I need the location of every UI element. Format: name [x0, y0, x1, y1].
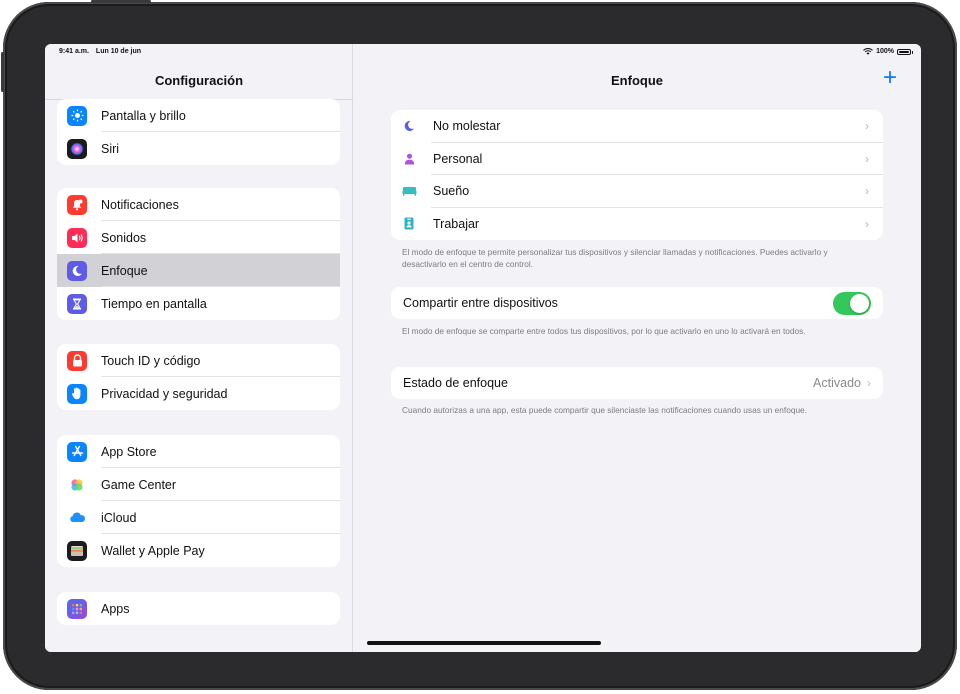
add-focus-button[interactable]: + [883, 66, 897, 90]
battery-percent: 100% [876, 48, 894, 55]
volume-button [1, 52, 4, 92]
cloud-icon [67, 507, 87, 528]
focus-mode-no-molestar[interactable]: No molestar › [391, 110, 883, 143]
focus-description: El modo de enfoque te permite personaliz… [402, 247, 828, 269]
focus-mode-personal[interactable]: Personal › [391, 143, 883, 175]
focus-mode-trabajar[interactable]: Trabajar › [391, 208, 883, 241]
settings-group-security: Touch ID y código Privacidad y seguridad [57, 344, 340, 410]
share-devices-card: Compartir entre dispositivos [391, 287, 883, 319]
sidebar-item-label: Apps [101, 601, 130, 616]
hand-icon [67, 383, 87, 404]
share-description: El modo de enfoque se comparte entre tod… [402, 326, 806, 336]
focus-mode-sueno[interactable]: Sueño › [391, 175, 883, 208]
screen: 9:41 a.m. Lun 10 de jun Configuración Pa… [45, 44, 921, 652]
chevron-right-icon: › [865, 184, 869, 199]
status-time: 9:41 a.m. [59, 48, 89, 55]
lock-icon [67, 350, 87, 371]
chevron-right-icon: › [865, 151, 869, 166]
sidebar-item-pantalla-y-brillo[interactable]: Pantalla y brillo [57, 99, 340, 132]
sidebar-item-notificaciones[interactable]: Notificaciones [57, 188, 340, 221]
sidebar-title: Configuración [154, 73, 244, 88]
settings-group-services: App Store Game Center iCloud Wallet y Ap… [57, 435, 340, 567]
sidebar-item-touch-id[interactable]: Touch ID y código [57, 344, 340, 377]
badge-icon [401, 217, 417, 230]
sidebar-item-wallet[interactable]: Wallet y Apple Pay [57, 534, 340, 567]
moon-icon [401, 120, 417, 132]
wifi-icon [863, 48, 873, 55]
sidebar-item-privacidad[interactable]: Privacidad y seguridad [57, 377, 340, 410]
chevron-right-icon: › [865, 216, 869, 231]
siri-icon [67, 138, 87, 159]
focus-mode-label: Trabajar [433, 216, 480, 231]
share-devices-label: Compartir entre dispositivos [403, 296, 558, 310]
bell-icon [67, 194, 87, 215]
sidebar-item-label: Enfoque [101, 263, 148, 278]
focus-mode-label: No molestar [433, 119, 501, 134]
speaker-icon [67, 227, 87, 248]
sidebar-item-label: Wallet y Apple Pay [101, 543, 205, 558]
sidebar-item-label: Sonidos [101, 230, 147, 245]
chevron-right-icon: › [867, 376, 871, 390]
app-store-icon [67, 441, 87, 462]
sidebar-item-label: Siri [101, 141, 120, 156]
focus-status-row[interactable]: Estado de enfoque Activado › [391, 367, 883, 399]
settings-group-display: Pantalla y brillo Siri [57, 99, 340, 165]
sidebar-item-game-center[interactable]: Game Center [57, 468, 340, 501]
sidebar-item-label: iCloud [101, 510, 137, 525]
focus-status-label: Estado de enfoque [403, 376, 508, 390]
status-bar-right: 100% [863, 48, 913, 55]
focus-mode-label: Sueño [433, 184, 470, 199]
sidebar-item-sonidos[interactable]: Sonidos [57, 221, 340, 254]
sidebar-item-label: Tiempo en pantalla [101, 296, 207, 311]
status-description: Cuando autorizas a una app, esta puede c… [402, 405, 807, 415]
person-icon [401, 153, 417, 165]
bed-icon [401, 186, 417, 196]
sun-icon [67, 105, 87, 126]
sidebar-item-label: Game Center [101, 477, 177, 492]
sidebar-item-label: Pantalla y brillo [101, 108, 186, 123]
sidebar-item-siri[interactable]: Siri [57, 132, 340, 165]
hourglass-icon [67, 293, 87, 314]
game-center-icon [67, 474, 87, 495]
wallet-icon [67, 540, 87, 561]
settings-group-apps: Apps [57, 592, 340, 625]
chevron-right-icon: › [865, 119, 869, 134]
moon-icon [67, 260, 87, 281]
focus-status-value: Activado [813, 376, 861, 390]
share-devices-toggle[interactable] [833, 291, 871, 315]
top-button [91, 0, 151, 3]
sidebar-item-apps[interactable]: Apps [57, 592, 340, 625]
sidebar-item-tiempo-en-pantalla[interactable]: Tiempo en pantalla [57, 287, 340, 320]
settings-group-notifications: Notificaciones Sonidos Enfoque Tiempo en… [57, 188, 340, 320]
sidebar-item-label: Privacidad y seguridad [101, 386, 228, 401]
status-date: Lun 10 de jun [95, 48, 142, 55]
sidebar-item-label: Touch ID y código [101, 353, 201, 368]
sidebar: 9:41 a.m. Lun 10 de jun Configuración Pa… [45, 44, 353, 652]
page-title: Enfoque [611, 73, 663, 88]
detail-pane: 100% Enfoque + No molestar › Personal › [353, 44, 921, 652]
sidebar-item-label: App Store [101, 444, 157, 459]
focus-mode-label: Personal [433, 151, 483, 166]
home-indicator[interactable] [367, 641, 601, 645]
share-devices-row: Compartir entre dispositivos [391, 287, 883, 319]
sidebar-item-label: Notificaciones [101, 197, 179, 212]
apps-grid-icon [67, 598, 87, 619]
sidebar-item-app-store[interactable]: App Store [57, 435, 340, 468]
focus-status-card: Estado de enfoque Activado › [391, 367, 883, 399]
battery-icon [897, 48, 913, 55]
focus-modes-list: No molestar › Personal › Sueño › Trabaja… [391, 110, 883, 240]
sidebar-item-icloud[interactable]: iCloud [57, 501, 340, 534]
status-bar-left: 9:41 a.m. Lun 10 de jun [59, 48, 146, 55]
sidebar-item-enfoque[interactable]: Enfoque [57, 254, 340, 287]
